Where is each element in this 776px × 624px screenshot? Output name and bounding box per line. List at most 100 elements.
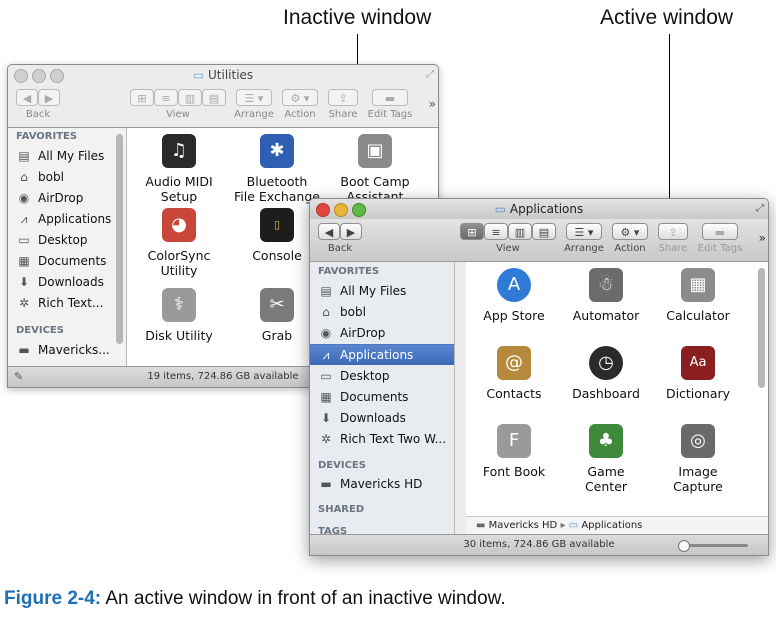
action-button[interactable]: ⚙ ▾ xyxy=(282,89,318,106)
zoom-button[interactable] xyxy=(50,69,64,83)
devices-header: DEVICES xyxy=(16,325,64,336)
share-button[interactable]: ⇪ xyxy=(658,223,688,240)
share-label: Share xyxy=(658,243,688,254)
fullscreen-icon[interactable]: ⤢ xyxy=(756,199,764,219)
zoom-button[interactable] xyxy=(352,203,366,217)
active-finder-window[interactable]: ▭ Applications ⤢ ◀ ▶ Back ⊞ ≡ ▥ ▤ View ☰… xyxy=(309,198,769,556)
titlebar[interactable]: ▭ Utilities ⤢ xyxy=(8,65,438,85)
callout-active-line xyxy=(669,34,670,210)
back-label: Back xyxy=(25,109,51,120)
disk-icon: ▬ xyxy=(18,343,30,357)
desktop-icon: ▭ xyxy=(320,369,332,383)
edit-tags-button[interactable]: ▬ xyxy=(702,223,738,240)
close-button[interactable] xyxy=(14,69,28,83)
dictionary-icon: Aa xyxy=(681,346,715,380)
coverflow-view-button[interactable]: ▤ xyxy=(532,223,556,240)
shared-header: SHARED xyxy=(318,504,365,515)
sidebar-item-airdrop[interactable]: ◉ AirDrop xyxy=(16,188,84,208)
path-folder[interactable]: Applications xyxy=(581,520,642,531)
sidebar-item-rich-text[interactable]: ✲ Rich Text Two W... xyxy=(318,429,446,449)
icon-size-slider[interactable] xyxy=(682,544,748,547)
sidebar-item-desktop[interactable]: ▭ Desktop xyxy=(16,230,87,250)
view-label: View xyxy=(496,243,520,254)
dashboard-icon: ◷ xyxy=(589,346,623,380)
back-button[interactable]: ◀ xyxy=(318,223,340,240)
window-title: Applications xyxy=(509,202,584,216)
piano-icon: ♫ xyxy=(162,134,196,168)
content-scrollbar[interactable] xyxy=(758,268,765,388)
forward-button[interactable]: ▶ xyxy=(340,223,362,240)
arrange-button[interactable]: ☰ ▾ xyxy=(566,223,602,240)
app-store-icon: A xyxy=(497,268,531,302)
file-item-font-book[interactable]: F Font Book xyxy=(466,424,562,479)
home-icon: ⌂ xyxy=(322,305,330,319)
disk-icon: ▬ xyxy=(320,477,332,491)
sidebar-item-mavericks[interactable]: ▬ Mavericks... xyxy=(16,340,109,360)
overflow-chevron-icon[interactable]: » xyxy=(759,231,766,245)
file-item-image-capture[interactable]: ◎ Image Capture xyxy=(650,424,746,494)
sidebar-item-rich-text[interactable]: ✲ Rich Text... xyxy=(16,293,103,313)
sidebar-item-applications[interactable]: ⩘ Applications xyxy=(310,344,454,365)
file-item-contacts[interactable]: @ Contacts xyxy=(466,346,562,401)
file-item-dashboard[interactable]: ◷ Dashboard xyxy=(558,346,654,401)
arrange-button[interactable]: ☰ ▾ xyxy=(236,89,272,106)
titlebar[interactable]: ▭ Applications ⤢ xyxy=(310,199,768,219)
file-item-disk-utility[interactable]: ⚕ Disk Utility xyxy=(131,288,227,343)
downloads-icon: ⬇ xyxy=(320,411,332,425)
sidebar-item-mavericks-hd[interactable]: ▬ Mavericks HD xyxy=(318,474,422,494)
sidebar-item-downloads[interactable]: ⬇ Downloads xyxy=(16,272,104,292)
file-item-bluetooth-file-exchange[interactable]: ✱ Bluetooth File Exchange xyxy=(229,134,325,204)
coverflow-view-button[interactable]: ▤ xyxy=(202,89,226,106)
column-view-button[interactable]: ▥ xyxy=(178,89,202,106)
file-item-audio-midi-setup[interactable]: ♫ Audio MIDI Setup xyxy=(131,134,227,204)
sidebar-item-documents[interactable]: ▦ Documents xyxy=(16,251,106,271)
airdrop-icon: ◉ xyxy=(320,326,332,340)
fullscreen-icon[interactable]: ⤢ xyxy=(426,65,434,85)
icon-size-slider-knob[interactable] xyxy=(678,540,690,552)
minimize-button[interactable] xyxy=(32,69,46,83)
forward-button[interactable]: ▶ xyxy=(38,89,60,106)
callout-inactive-window: Inactive window xyxy=(283,6,432,29)
file-item-game-center[interactable]: ♣ Game Center xyxy=(558,424,654,494)
figure-number: Figure 2-4: xyxy=(4,588,102,609)
favorites-header: FAVORITES xyxy=(318,266,380,277)
icon-view-button[interactable]: ⊞ xyxy=(130,89,154,106)
action-label: Action xyxy=(614,243,646,254)
disk-utility-icon: ⚕ xyxy=(162,288,196,322)
list-view-button[interactable]: ≡ xyxy=(154,89,178,106)
favorites-header: FAVORITES xyxy=(16,131,78,142)
list-view-button[interactable]: ≡ xyxy=(484,223,508,240)
sidebar-item-bobl[interactable]: ⌂ bobl xyxy=(16,167,64,187)
minimize-button[interactable] xyxy=(334,203,348,217)
sidebar-item-applications[interactable]: ⩘ Applications xyxy=(16,209,112,229)
close-button[interactable] xyxy=(316,203,330,217)
icon-view-button[interactable]: ⊞ xyxy=(460,223,484,240)
action-button[interactable]: ⚙ ▾ xyxy=(612,223,648,240)
sidebar-item-airdrop[interactable]: ◉ AirDrop xyxy=(318,323,386,343)
sidebar-item-bobl[interactable]: ⌂ bobl xyxy=(318,302,366,322)
file-item-app-store[interactable]: A App Store xyxy=(466,268,562,323)
file-item-dictionary[interactable]: Aa Dictionary xyxy=(650,346,746,401)
sidebar-item-downloads[interactable]: ⬇ Downloads xyxy=(318,408,406,428)
path-disk[interactable]: Mavericks HD xyxy=(489,520,558,531)
sidebar-item-all-my-files[interactable]: ▤ All My Files xyxy=(16,146,104,166)
image-capture-icon: ◎ xyxy=(681,424,715,458)
edit-tags-button[interactable]: ▬ xyxy=(372,89,408,106)
file-item-boot-camp-assistant[interactable]: ▣ Boot Camp Assistant xyxy=(327,134,423,204)
file-item-colorsync-utility[interactable]: ◕ ColorSync Utility xyxy=(131,208,227,278)
share-button[interactable]: ⇪ xyxy=(328,89,358,106)
sidebar-item-desktop[interactable]: ▭ Desktop xyxy=(318,366,389,386)
figure-caption-text: An active window in front of an inactive… xyxy=(105,588,506,609)
column-view-button[interactable]: ▥ xyxy=(508,223,532,240)
game-center-icon: ♣ xyxy=(589,424,623,458)
back-button[interactable]: ◀ xyxy=(16,89,38,106)
file-item-automator[interactable]: ☃ Automator xyxy=(558,268,654,323)
overflow-chevron-icon[interactable]: » xyxy=(429,97,436,111)
edit-tags-label: Edit Tags xyxy=(367,109,413,120)
sidebar-toggle-icon[interactable]: ✎ xyxy=(14,367,23,387)
file-item-calculator[interactable]: ▦ Calculator xyxy=(650,268,746,323)
sidebar-item-all-my-files[interactable]: ▤ All My Files xyxy=(318,281,406,301)
action-label: Action xyxy=(284,109,316,120)
sidebar-scrollbar[interactable] xyxy=(116,134,123,344)
sidebar-item-documents[interactable]: ▦ Documents xyxy=(318,387,408,407)
